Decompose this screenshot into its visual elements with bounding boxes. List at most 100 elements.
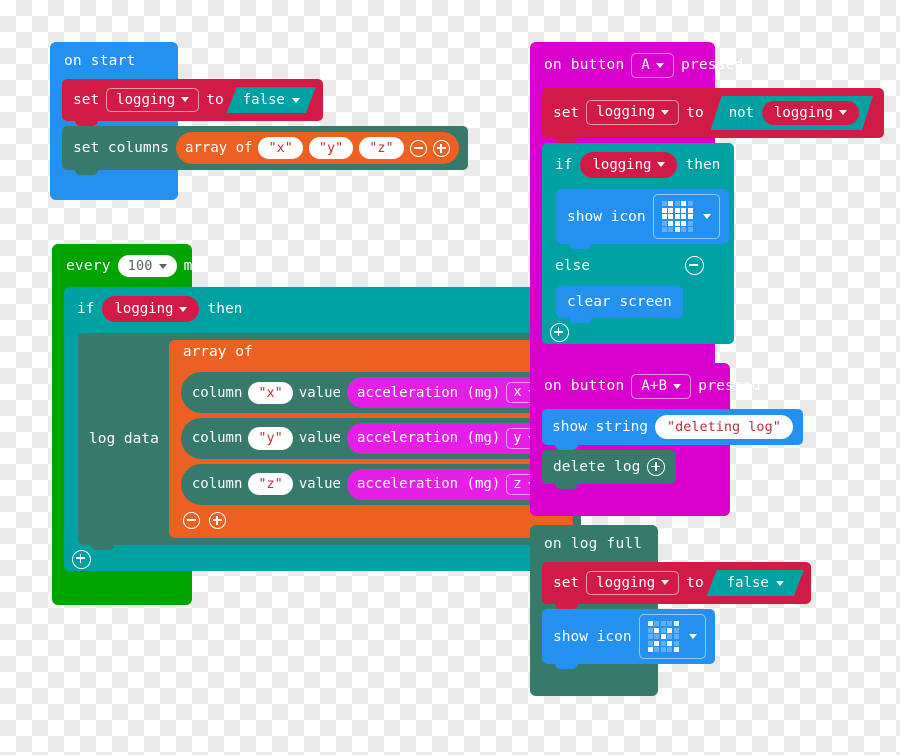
add-else-if-button[interactable]: [550, 323, 569, 343]
chevron-down-icon: [673, 383, 682, 389]
chevron-down-icon: [839, 110, 847, 115]
on-button-a-hat-label: on button A pressed: [530, 42, 743, 88]
variable-dropdown-logging[interactable]: logging: [586, 570, 680, 596]
add-else-button[interactable]: [72, 549, 91, 569]
every-body: if logging then log data array of column…: [52, 287, 581, 586]
show-icon-block[interactable]: show icon: [556, 188, 729, 250]
on-button-ab-hat-block[interactable]: on button A+B pressed show string "delet…: [530, 363, 803, 516]
variable-dropdown-logging[interactable]: logging: [106, 87, 200, 113]
column-value-row[interactable]: column "z" value acceleration (mg) z: [180, 463, 561, 505]
icon-dropdown[interactable]: [652, 193, 720, 240]
array-of-rows-reporter[interactable]: array of column "x" value acceleration (…: [168, 340, 573, 538]
every-interval-hat-block[interactable]: every 100 ms if logging then log data ar…: [52, 244, 581, 605]
expand-block-button[interactable]: [647, 457, 666, 476]
if-header: if logging then: [64, 287, 581, 331]
on-button-label: on button: [544, 378, 625, 395]
column-name-field[interactable]: "y": [248, 427, 293, 450]
on-button-ab-body: show string "deleting log" delete log: [530, 408, 803, 498]
acceleration-reporter[interactable]: acceleration (mg) x: [346, 377, 553, 409]
acceleration-reporter[interactable]: acceleration (mg) y: [346, 423, 553, 454]
column-value-row[interactable]: column "y" value acceleration (mg) y: [180, 418, 561, 459]
column-name-field[interactable]: "x": [248, 381, 293, 404]
array-item-x[interactable]: "x": [258, 137, 303, 160]
on-log-full-body: set logging to false show icon: [530, 562, 811, 678]
stack-on-log-full[interactable]: on log full set logging to false show ic…: [530, 525, 811, 697]
remove-item-button[interactable]: [409, 139, 427, 157]
pressed-label: pressed: [681, 57, 744, 74]
else-label: else: [555, 257, 590, 274]
stack-every-100-ms[interactable]: every 100 ms if logging then log data ar…: [52, 244, 581, 605]
remove-else-button[interactable]: [685, 256, 704, 276]
add-row-button[interactable]: [208, 511, 226, 529]
array-of-label: array of: [185, 140, 253, 157]
on-start-hat-block[interactable]: on start set logging to false set column…: [50, 42, 468, 201]
icon-dropdown[interactable]: [638, 614, 706, 660]
array-of-reporter[interactable]: array of "x" "y" "z": [176, 132, 459, 165]
column-label: column: [191, 476, 243, 493]
boolean-false-reporter[interactable]: false: [227, 87, 316, 113]
chevron-down-icon: [657, 162, 666, 168]
no-icon: [645, 618, 682, 655]
chevron-down-icon: [158, 263, 167, 269]
log-data-label: log data: [89, 430, 159, 447]
to-label: to: [686, 104, 704, 121]
button-dropdown[interactable]: A: [631, 53, 675, 78]
acceleration-reporter[interactable]: acceleration (mg) z: [346, 468, 553, 500]
string-field[interactable]: "deleting log": [655, 414, 793, 439]
log-data-block[interactable]: log data array of column "x" value accel…: [78, 333, 581, 551]
stack-on-button-a-pressed[interactable]: on button A pressed set logging to not l…: [530, 42, 884, 377]
if-branch-body: log data array of column "x" value accel…: [78, 331, 581, 551]
interval-dropdown[interactable]: 100: [117, 255, 177, 278]
on-button-ab-hat-foot: [530, 498, 730, 516]
column-value-row[interactable]: column "x" value acceleration (mg) x: [180, 372, 561, 414]
show-string-label: show string: [552, 418, 649, 435]
stack-on-start[interactable]: on start set logging to false set column…: [50, 42, 468, 201]
then-label: then: [685, 156, 721, 173]
chevron-down-icon: [702, 214, 711, 220]
variable-reporter-logging[interactable]: logging: [102, 296, 200, 323]
on-button-a-body: set logging to not logging if logging th…: [530, 87, 884, 359]
unit-label: ms: [183, 258, 202, 275]
then-label: then: [207, 301, 243, 318]
chevron-down-icon: [181, 97, 190, 103]
if-branch-body: show icon: [556, 187, 734, 250]
show-icon-label: show icon: [553, 628, 632, 645]
show-string-block[interactable]: show string "deleting log": [542, 408, 803, 451]
acceleration-label: acceleration (mg): [356, 430, 501, 447]
acceleration-label: acceleration (mg): [356, 476, 501, 493]
column-name-field[interactable]: "z": [248, 473, 293, 496]
on-button-a-hat-block[interactable]: on button A pressed set logging to not l…: [530, 42, 884, 377]
array-item-z[interactable]: "z": [359, 137, 404, 160]
add-item-button[interactable]: [432, 139, 450, 157]
chevron-down-icon: [292, 98, 300, 103]
not-label: not: [728, 104, 754, 121]
set-logging-not-logging-block[interactable]: set logging to not logging: [542, 87, 884, 143]
to-label: to: [686, 575, 704, 591]
on-start-hat-foot: [50, 184, 178, 200]
boolean-false-reporter[interactable]: false: [707, 570, 804, 596]
delete-log-block[interactable]: delete log: [542, 449, 677, 489]
on-log-full-hat-block[interactable]: on log full set logging to false show ic…: [530, 525, 811, 697]
if-else-block[interactable]: if logging then show icon else clear scr…: [542, 142, 735, 345]
stack-on-button-ab-pressed[interactable]: on button A+B pressed show string "delet…: [530, 363, 803, 516]
variable-reporter-logging[interactable]: logging: [580, 151, 678, 178]
clear-screen-block[interactable]: clear screen: [556, 286, 683, 324]
button-dropdown[interactable]: A+B: [631, 374, 692, 399]
variable-reporter-logging[interactable]: logging: [762, 101, 859, 125]
delete-log-label: delete log: [553, 458, 641, 475]
set-logging-false-block[interactable]: set logging to false: [62, 79, 323, 126]
on-start-hat-label: on start: [64, 53, 136, 69]
variable-dropdown-logging[interactable]: logging: [586, 100, 680, 126]
set-logging-false-block[interactable]: set logging to false: [542, 562, 811, 609]
on-button-ab-hat-label: on button A+B pressed: [530, 363, 761, 409]
clear-screen-label: clear screen: [567, 294, 672, 311]
not-operator-reporter[interactable]: not logging: [711, 96, 873, 130]
remove-row-button[interactable]: [182, 511, 200, 529]
set-columns-label: set columns: [73, 140, 170, 157]
if-logging-then-block[interactable]: if logging then log data array of column…: [64, 287, 581, 571]
array-item-y[interactable]: "y": [308, 137, 354, 160]
show-icon-block[interactable]: show icon: [542, 609, 715, 670]
set-columns-block[interactable]: set columns array of "x" "y" "z": [62, 126, 468, 176]
value-label: value: [298, 476, 341, 493]
set-label: set: [553, 575, 580, 591]
